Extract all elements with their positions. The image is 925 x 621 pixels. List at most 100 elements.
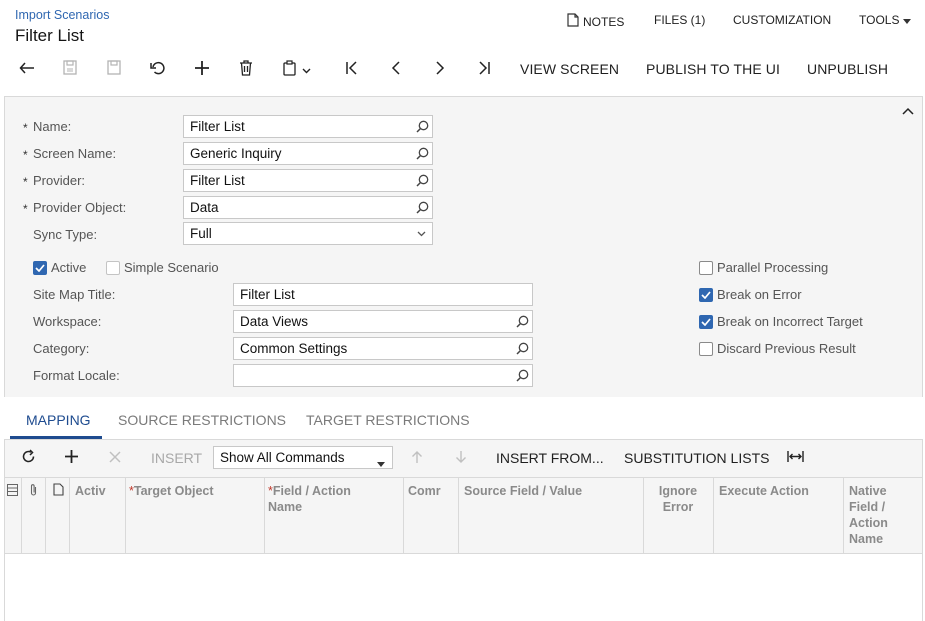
- discard-previous-result-checkbox[interactable]: Discard Previous Result: [699, 341, 856, 356]
- collapse-button[interactable]: [902, 103, 914, 118]
- col-header-field-action-name[interactable]: *Field / Action Name: [268, 483, 368, 515]
- insert-button[interactable]: INSERT: [151, 450, 202, 466]
- caret-down-icon[interactable]: [377, 455, 385, 470]
- unpublish-button[interactable]: UNPUBLISH: [807, 61, 888, 77]
- back-button[interactable]: [13, 57, 41, 81]
- arrow-down-icon: [455, 450, 467, 467]
- attachment-icon[interactable]: [29, 483, 38, 500]
- checkbox-checked-icon: [33, 260, 47, 275]
- view-screen-button[interactable]: VIEW SCREEN: [520, 61, 619, 77]
- files-button[interactable]: FILES (1): [654, 13, 705, 27]
- col-header-ignore-error[interactable]: Ignore Error: [650, 483, 706, 515]
- copy-paste-menu[interactable]: [277, 57, 323, 81]
- active-tab-indicator: [10, 436, 102, 439]
- provider-field[interactable]: Filter List: [183, 169, 433, 192]
- notes-button[interactable]: NOTES: [567, 13, 624, 30]
- checkbox-unchecked-icon: [699, 260, 713, 275]
- column-divider: [69, 477, 70, 554]
- publish-button[interactable]: PUBLISH TO THE UI: [646, 61, 780, 77]
- required-mark: *: [23, 175, 28, 189]
- first-record-button[interactable]: [338, 57, 366, 81]
- note-icon[interactable]: [53, 483, 64, 499]
- tools-label: TOOLS: [859, 13, 900, 27]
- clipboard-icon: [283, 59, 296, 79]
- search-icon[interactable]: [514, 367, 530, 383]
- substitution-lists-button[interactable]: SUBSTITUTION LISTS: [624, 450, 769, 466]
- add-button[interactable]: [188, 57, 216, 81]
- add-row-button[interactable]: [59, 447, 83, 469]
- plus-icon: [64, 449, 79, 467]
- name-field[interactable]: Filter List: [183, 115, 433, 138]
- chevron-down-icon[interactable]: [413, 226, 429, 242]
- site-map-title-field[interactable]: Filter List: [233, 283, 533, 306]
- search-icon[interactable]: [414, 145, 430, 161]
- page-title: Filter List: [15, 26, 84, 45]
- grid-body: [4, 554, 923, 621]
- col-header-active[interactable]: Activ: [75, 483, 123, 499]
- insert-from-button[interactable]: INSERT FROM...: [496, 450, 604, 466]
- customization-button[interactable]: CUSTOMIZATION: [733, 13, 831, 27]
- discard-previous-result-label: Discard Previous Result: [717, 341, 856, 356]
- simple-scenario-checkbox[interactable]: Simple Scenario: [106, 260, 219, 275]
- undo-button[interactable]: [144, 57, 172, 81]
- refresh-button[interactable]: [16, 447, 40, 469]
- delete-button[interactable]: [232, 57, 260, 81]
- workspace-label: Workspace:: [33, 314, 102, 329]
- col-header-target-object[interactable]: *Target Object: [129, 483, 259, 499]
- break-on-incorrect-target-label: Break on Incorrect Target: [717, 314, 863, 329]
- screen-name-field[interactable]: Generic Inquiry: [183, 142, 433, 165]
- col-header-source-field-value[interactable]: Source Field / Value: [464, 483, 634, 499]
- sync-type-select[interactable]: Full: [183, 222, 433, 245]
- commands-filter-select[interactable]: Show All Commands: [213, 446, 393, 469]
- format-locale-field[interactable]: [233, 364, 533, 387]
- previous-record-button[interactable]: [382, 57, 410, 81]
- parallel-processing-checkbox[interactable]: Parallel Processing: [699, 260, 828, 275]
- arrow-up-icon: [411, 450, 423, 467]
- move-down-button[interactable]: [449, 447, 473, 469]
- save-close-button[interactable]: [56, 57, 84, 81]
- search-icon[interactable]: [514, 313, 530, 329]
- col-header-label: Execute Action: [719, 484, 809, 498]
- break-on-incorrect-target-checkbox[interactable]: Break on Incorrect Target: [699, 314, 863, 329]
- workspace-field[interactable]: Data Views: [233, 310, 533, 333]
- tab-target-restrictions[interactable]: TARGET RESTRICTIONS: [306, 412, 470, 428]
- column-divider: [45, 477, 46, 554]
- notes-label: NOTES: [583, 14, 625, 29]
- break-on-error-checkbox[interactable]: Break on Error: [699, 287, 802, 302]
- search-icon[interactable]: [414, 199, 430, 215]
- col-header-label: Ignore Error: [658, 484, 698, 514]
- save-icon: [107, 60, 121, 78]
- plus-icon: [194, 60, 210, 79]
- col-header-commit[interactable]: Comr: [408, 483, 448, 499]
- search-icon[interactable]: [514, 340, 530, 356]
- workspace-value: Data Views: [240, 314, 309, 329]
- provider-object-field[interactable]: Data: [183, 196, 433, 219]
- move-up-button[interactable]: [405, 447, 429, 469]
- first-record-icon: [345, 60, 359, 78]
- customization-label: CUSTOMIZATION: [733, 13, 832, 27]
- column-divider: [21, 477, 22, 554]
- checkbox-checked-icon: [699, 287, 713, 302]
- category-field[interactable]: Common Settings: [233, 337, 533, 360]
- active-checkbox[interactable]: Active: [33, 260, 86, 275]
- col-header-execute-action[interactable]: Execute Action: [719, 483, 837, 499]
- column-divider: [643, 477, 644, 554]
- last-record-button[interactable]: [470, 57, 498, 81]
- breadcrumb[interactable]: Import Scenarios: [15, 8, 109, 22]
- search-icon[interactable]: [414, 118, 430, 134]
- search-icon[interactable]: [414, 172, 430, 188]
- format-locale-label: Format Locale:: [33, 368, 120, 383]
- row-selector-icon[interactable]: [7, 484, 18, 499]
- col-header-native-field-action-name[interactable]: Native Field / Action Name: [849, 483, 909, 547]
- col-header-label: Native Field / Action Name: [849, 484, 888, 546]
- name-label: Name:: [33, 119, 72, 134]
- next-record-button[interactable]: [426, 57, 454, 81]
- chevron-down-icon: [302, 62, 311, 77]
- chevron-up-icon: [902, 103, 914, 118]
- tab-source-restrictions[interactable]: SOURCE RESTRICTIONS: [118, 412, 286, 428]
- fit-columns-button[interactable]: [783, 447, 807, 469]
- save-button[interactable]: [100, 57, 128, 81]
- delete-row-button[interactable]: [103, 447, 127, 469]
- tab-mapping[interactable]: MAPPING: [26, 412, 91, 428]
- tools-menu[interactable]: TOOLS: [859, 13, 912, 27]
